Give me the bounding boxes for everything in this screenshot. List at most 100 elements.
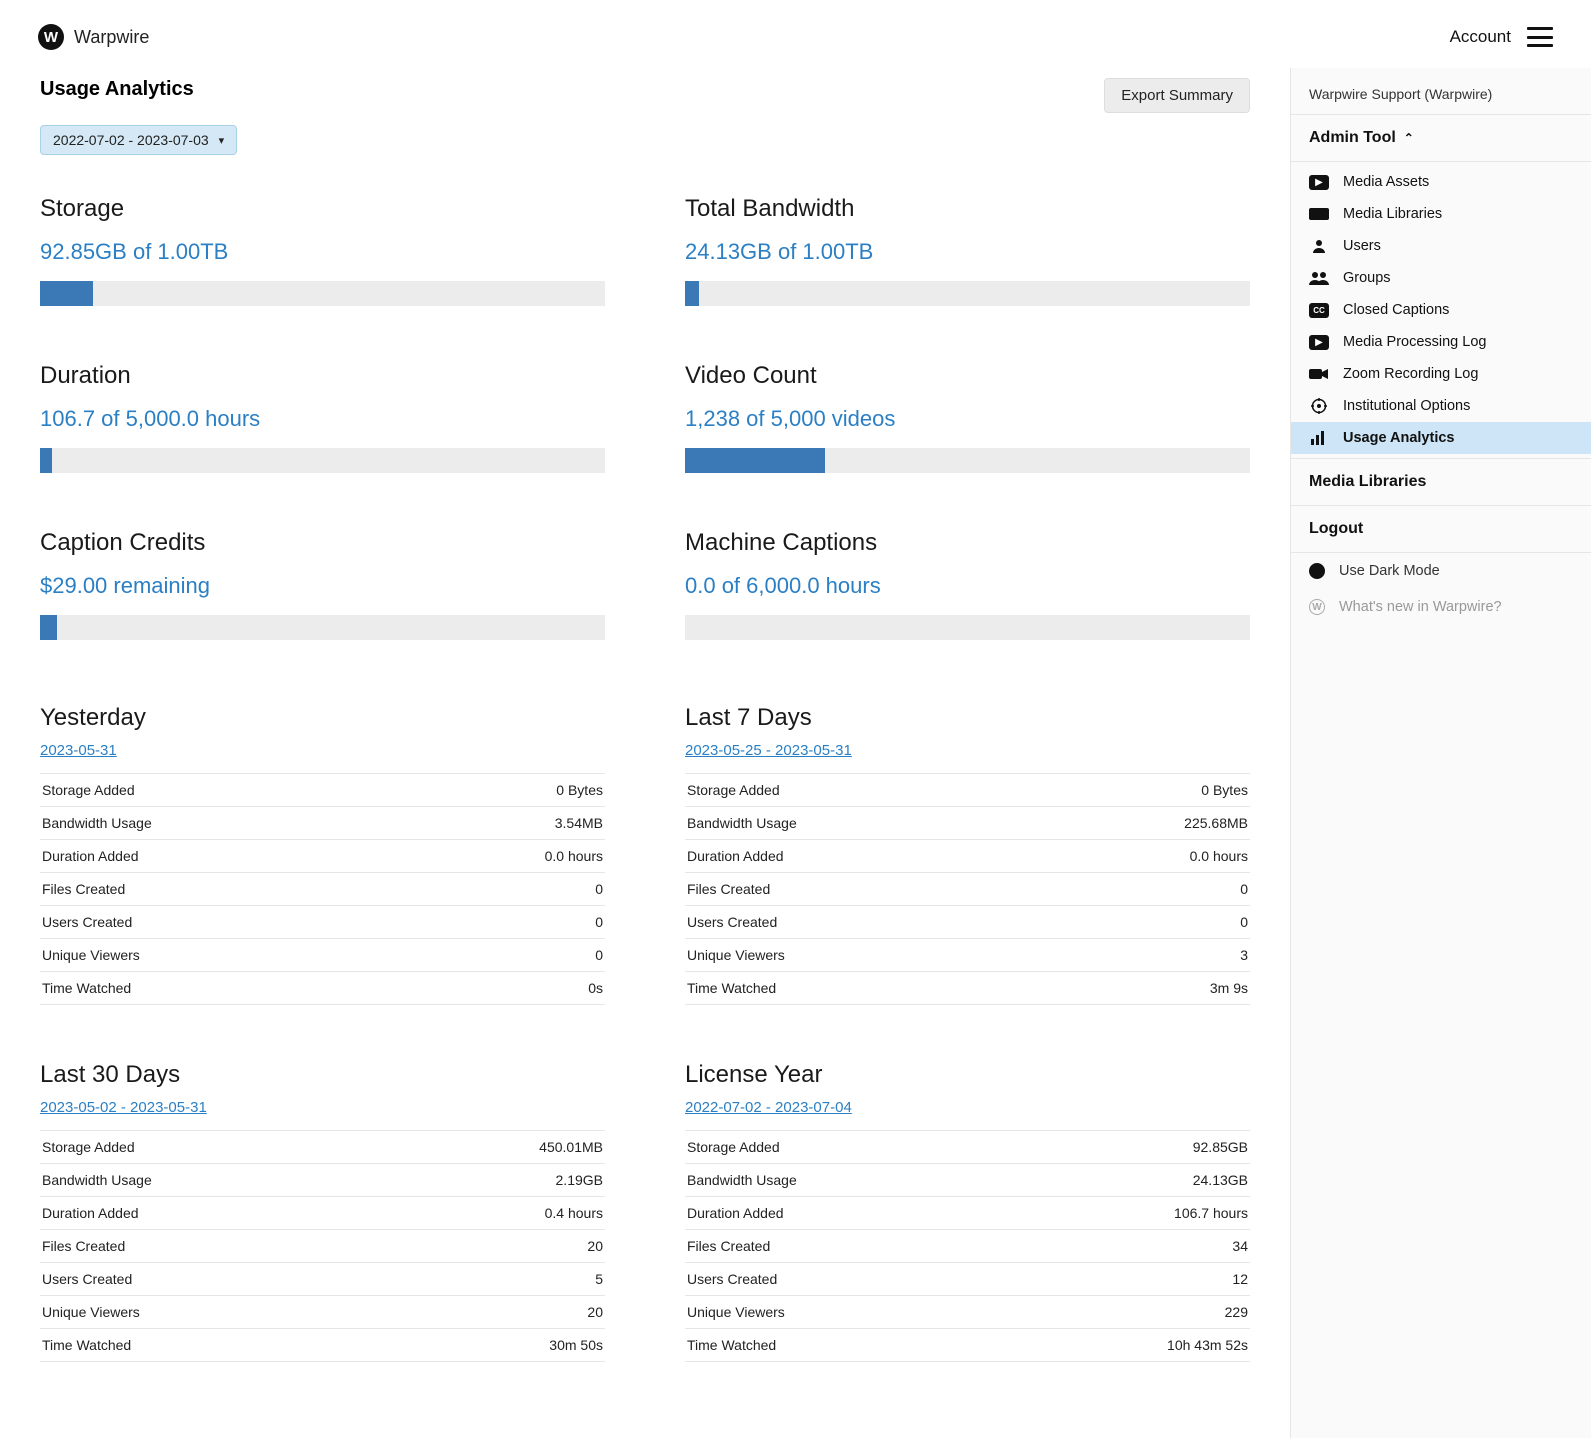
stat-value: 30m 50s bbox=[394, 1329, 605, 1362]
stat-row: Storage Added0 Bytes bbox=[685, 774, 1250, 807]
stat-value: 0 bbox=[405, 906, 605, 939]
period-range-link[interactable]: 2023-05-25 - 2023-05-31 bbox=[685, 742, 852, 759]
user-icon bbox=[1309, 238, 1329, 254]
brand[interactable]: W Warpwire bbox=[38, 24, 149, 50]
sidebar-logout-header[interactable]: Logout bbox=[1291, 506, 1591, 553]
stat-row: Unique Viewers20 bbox=[40, 1296, 605, 1329]
stat-value: 0 Bytes bbox=[405, 774, 605, 807]
hamburger-menu-icon[interactable] bbox=[1527, 27, 1553, 47]
stat-label: Storage Added bbox=[40, 774, 405, 807]
stat-row: Storage Added92.85GB bbox=[685, 1131, 1250, 1164]
stat-label: Time Watched bbox=[685, 1329, 1008, 1362]
sidebar-item-media-libraries[interactable]: Media Libraries bbox=[1291, 198, 1591, 230]
stat-value: 0.0 hours bbox=[405, 840, 605, 873]
stat-row: Unique Viewers229 bbox=[685, 1296, 1250, 1329]
stat-label: Unique Viewers bbox=[40, 939, 405, 972]
stat-table: Storage Added0 BytesBandwidth Usage3.54M… bbox=[40, 773, 605, 1005]
period-title: License Year bbox=[685, 1061, 1250, 1089]
sidebar-item-zoom-recording-log[interactable]: Zoom Recording Log bbox=[1291, 358, 1591, 390]
stat-label: Storage Added bbox=[40, 1131, 394, 1164]
progress-bar bbox=[40, 281, 605, 306]
camera-icon bbox=[1309, 366, 1329, 382]
sidebar-item-label: Closed Captions bbox=[1343, 302, 1449, 318]
stat-value: 12 bbox=[1008, 1263, 1250, 1296]
period-title: Last 7 Days bbox=[685, 704, 1250, 732]
stat-row: Files Created20 bbox=[40, 1230, 605, 1263]
metric-title: Caption Credits bbox=[40, 529, 605, 557]
sidebar-logout-label: Logout bbox=[1309, 520, 1363, 538]
sidebar-media-libraries-label: Media Libraries bbox=[1309, 473, 1426, 491]
stat-label: Users Created bbox=[40, 906, 405, 939]
sidebar-item-label: Media Assets bbox=[1343, 174, 1429, 190]
sidebar-item-label: Zoom Recording Log bbox=[1343, 366, 1478, 382]
stat-label: Storage Added bbox=[685, 774, 1039, 807]
sidebar-item-users[interactable]: Users bbox=[1291, 230, 1591, 262]
stat-label: Files Created bbox=[40, 1230, 394, 1263]
stat-value: 0s bbox=[405, 972, 605, 1005]
stat-value: 0 bbox=[1039, 873, 1250, 906]
metric-value: 1,238 of 5,000 videos bbox=[685, 406, 1250, 432]
sidebar-item-media-processing-log[interactable]: ▶Media Processing Log bbox=[1291, 326, 1591, 358]
sidebar-item-closed-captions[interactable]: CCClosed Captions bbox=[1291, 294, 1591, 326]
stat-label: Unique Viewers bbox=[685, 939, 1039, 972]
progress-fill bbox=[40, 615, 57, 640]
topbar-right: Account bbox=[1450, 27, 1553, 47]
stat-row: Duration Added0.0 hours bbox=[685, 840, 1250, 873]
gear-icon bbox=[1309, 398, 1329, 414]
period-range-link[interactable]: 2023-05-31 bbox=[40, 742, 117, 759]
stat-row: Bandwidth Usage24.13GB bbox=[685, 1164, 1250, 1197]
chevron-up-icon: ⌃ bbox=[1404, 131, 1414, 145]
brand-logo-icon: W bbox=[38, 24, 64, 50]
play-icon: ▶ bbox=[1309, 175, 1329, 190]
stat-label: Duration Added bbox=[685, 1197, 1008, 1230]
stat-label: Files Created bbox=[685, 1230, 1008, 1263]
sidebar-item-usage-analytics[interactable]: Usage Analytics bbox=[1291, 422, 1591, 454]
stat-value: 3.54MB bbox=[405, 807, 605, 840]
stat-table: Storage Added92.85GBBandwidth Usage24.13… bbox=[685, 1130, 1250, 1362]
period-last30: Last 30 Days2023-05-02 - 2023-05-31Stora… bbox=[40, 1061, 605, 1362]
stat-row: Files Created34 bbox=[685, 1230, 1250, 1263]
page-title: Usage Analytics bbox=[40, 78, 194, 101]
sidebar-whats-new[interactable]: W What's new in Warpwire? bbox=[1291, 589, 1591, 625]
export-summary-button[interactable]: Export Summary bbox=[1104, 78, 1250, 113]
sidebar-support-label[interactable]: Warpwire Support (Warpwire) bbox=[1291, 68, 1591, 115]
sidebar-dark-mode[interactable]: Use Dark Mode bbox=[1291, 553, 1591, 589]
date-range-label: 2022-07-02 - 2023-07-03 bbox=[53, 132, 209, 148]
stat-table: Storage Added0 BytesBandwidth Usage225.6… bbox=[685, 773, 1250, 1005]
progress-fill bbox=[685, 281, 699, 306]
stat-label: Bandwidth Usage bbox=[685, 807, 1039, 840]
sidebar-item-institutional-options[interactable]: Institutional Options bbox=[1291, 390, 1591, 422]
stat-row: Files Created0 bbox=[685, 873, 1250, 906]
stat-label: Bandwidth Usage bbox=[685, 1164, 1008, 1197]
stat-value: 0 Bytes bbox=[1039, 774, 1250, 807]
stat-row: Bandwidth Usage225.68MB bbox=[685, 807, 1250, 840]
progress-bar bbox=[685, 615, 1250, 640]
period-range-link[interactable]: 2022-07-02 - 2023-07-04 bbox=[685, 1099, 852, 1116]
sidebar-admin-tool-header[interactable]: Admin Tool ⌃ bbox=[1291, 115, 1591, 162]
account-link[interactable]: Account bbox=[1450, 27, 1511, 47]
stat-label: Bandwidth Usage bbox=[40, 1164, 394, 1197]
stat-row: Bandwidth Usage2.19GB bbox=[40, 1164, 605, 1197]
library-icon bbox=[1309, 208, 1329, 220]
bars-icon bbox=[1309, 430, 1329, 446]
stat-table: Storage Added450.01MBBandwidth Usage2.19… bbox=[40, 1130, 605, 1362]
dark-mode-label: Use Dark Mode bbox=[1339, 563, 1440, 579]
stat-label: Unique Viewers bbox=[40, 1296, 394, 1329]
stat-row: Time Watched30m 50s bbox=[40, 1329, 605, 1362]
sidebar-media-libraries-header[interactable]: Media Libraries bbox=[1291, 459, 1591, 506]
stat-value: 92.85GB bbox=[1008, 1131, 1250, 1164]
period-range-link[interactable]: 2023-05-02 - 2023-05-31 bbox=[40, 1099, 207, 1116]
stat-label: Time Watched bbox=[40, 1329, 394, 1362]
stat-row: Unique Viewers0 bbox=[40, 939, 605, 972]
date-range-picker[interactable]: 2022-07-02 - 2023-07-03 ▾ bbox=[40, 125, 237, 155]
sidebar-item-groups[interactable]: Groups bbox=[1291, 262, 1591, 294]
chevron-down-icon: ▾ bbox=[219, 134, 225, 147]
metric-value: 24.13GB of 1.00TB bbox=[685, 239, 1250, 265]
metric-caption_credits: Caption Credits$29.00 remaining bbox=[40, 529, 605, 640]
progress-fill bbox=[685, 448, 825, 473]
sidebar-item-media-assets[interactable]: ▶ Media Assets bbox=[1291, 166, 1591, 198]
stat-label: Users Created bbox=[685, 906, 1039, 939]
stat-label: Users Created bbox=[685, 1263, 1008, 1296]
stat-value: 0.0 hours bbox=[1039, 840, 1250, 873]
stat-row: Files Created0 bbox=[40, 873, 605, 906]
